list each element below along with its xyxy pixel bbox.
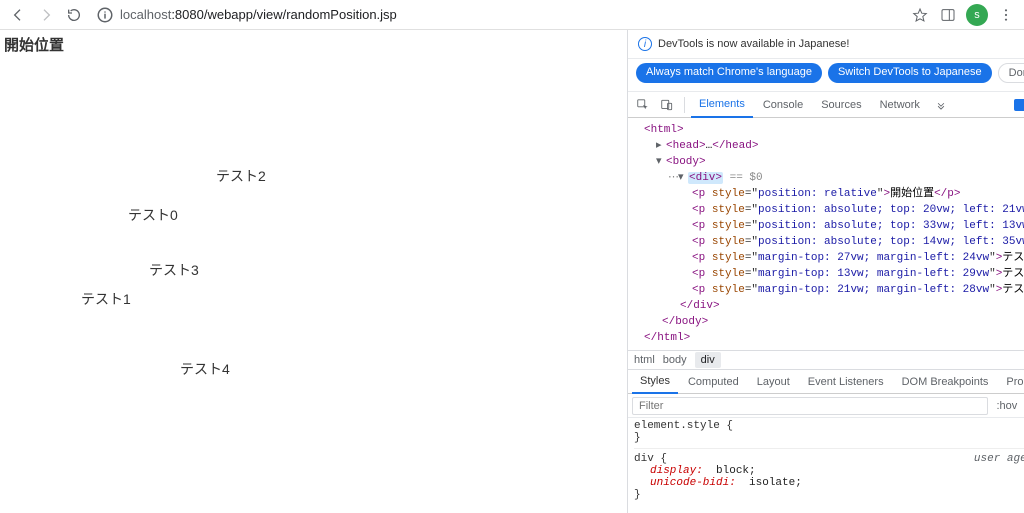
profile-avatar[interactable]: s	[966, 4, 988, 26]
styles-filter-input[interactable]	[632, 397, 988, 415]
crumb-body[interactable]: body	[663, 354, 687, 366]
devtools-panel: i DevTools is now available in Japanese!…	[628, 30, 1024, 513]
page-item: テスト2	[216, 166, 266, 186]
tab-styles[interactable]: Styles	[632, 370, 678, 394]
css-prop-display[interactable]: display: block;	[634, 465, 1024, 477]
brace-close: }	[634, 489, 1024, 501]
dont-show-button[interactable]: Don't show again	[998, 63, 1024, 83]
page-title: 開始位置	[4, 34, 627, 55]
tab-elements[interactable]: Elements	[691, 92, 753, 118]
crumb-html[interactable]: html	[634, 354, 655, 366]
language-bar: Always match Chrome's language Switch De…	[628, 59, 1024, 92]
page-item: テスト4	[180, 359, 230, 379]
dom-tree[interactable]: <html>▸<head>…</head>▾<body>⋯▾<div> == $…	[628, 118, 1024, 350]
page-item: テスト1	[81, 289, 131, 309]
tab-properties[interactable]: Properties	[998, 371, 1024, 393]
styles-tabs: Styles Computed Layout Event Listeners D…	[628, 370, 1024, 394]
overflow-tabs-icon[interactable]	[930, 94, 952, 116]
issues-badge[interactable]: 1	[1014, 99, 1024, 111]
ua-rule-header: div { user agent styleshee	[634, 448, 1024, 465]
info-text: DevTools is now available in Japanese!	[658, 38, 849, 50]
divider	[684, 97, 685, 113]
tab-event-listeners[interactable]: Event Listeners	[800, 371, 892, 393]
crumb-div[interactable]: div	[695, 352, 721, 368]
bookmark-star-icon[interactable]	[910, 5, 930, 25]
chrome-menu-icon[interactable]	[996, 5, 1016, 25]
devtools-info-bar: i DevTools is now available in Japanese!	[628, 30, 1024, 59]
breadcrumb: html body div	[628, 350, 1024, 370]
brace-close: }	[634, 432, 1024, 444]
tab-network[interactable]: Network	[872, 93, 928, 117]
styles-panel: element.style { } div { user agent style…	[628, 418, 1024, 513]
page-content: 開始位置 テスト0 テスト1 テスト2 テスト3 テスト4 テスト5	[0, 30, 628, 513]
tab-layout[interactable]: Layout	[749, 371, 798, 393]
switch-language-button[interactable]: Switch DevTools to Japanese	[828, 63, 992, 83]
forward-button[interactable]	[36, 5, 56, 25]
tab-dom-breakpoints[interactable]: DOM Breakpoints	[894, 371, 997, 393]
devtools-toolbar: Elements Console Sources Network 1	[628, 92, 1024, 118]
side-panel-icon[interactable]	[938, 5, 958, 25]
page-item: テスト0	[128, 205, 178, 225]
hov-toggle[interactable]: :hov	[994, 398, 1019, 414]
address-bar[interactable]: localhost:8080/webapp/view/randomPositio…	[92, 6, 902, 24]
browser-toolbar: localhost:8080/webapp/view/randomPositio…	[0, 0, 1024, 30]
info-icon: i	[638, 37, 652, 51]
element-style-rule[interactable]: element.style {	[634, 420, 1024, 432]
page-item: テスト3	[149, 260, 199, 280]
device-toggle-icon[interactable]	[656, 94, 678, 116]
inspect-icon[interactable]	[632, 94, 654, 116]
site-info-icon[interactable]	[96, 6, 114, 24]
url-text: localhost:8080/webapp/view/randomPositio…	[120, 7, 397, 22]
tab-console[interactable]: Console	[755, 93, 811, 117]
reload-button[interactable]	[64, 5, 84, 25]
css-prop-unicode-bidi[interactable]: unicode-bidi: isolate;	[634, 477, 1024, 489]
back-button[interactable]	[8, 5, 28, 25]
styles-filter-row: :hov .cls +	[628, 394, 1024, 418]
tab-sources[interactable]: Sources	[813, 93, 869, 117]
tab-computed[interactable]: Computed	[680, 371, 747, 393]
page-item: テスト5	[174, 509, 224, 513]
match-language-button[interactable]: Always match Chrome's language	[636, 63, 822, 83]
